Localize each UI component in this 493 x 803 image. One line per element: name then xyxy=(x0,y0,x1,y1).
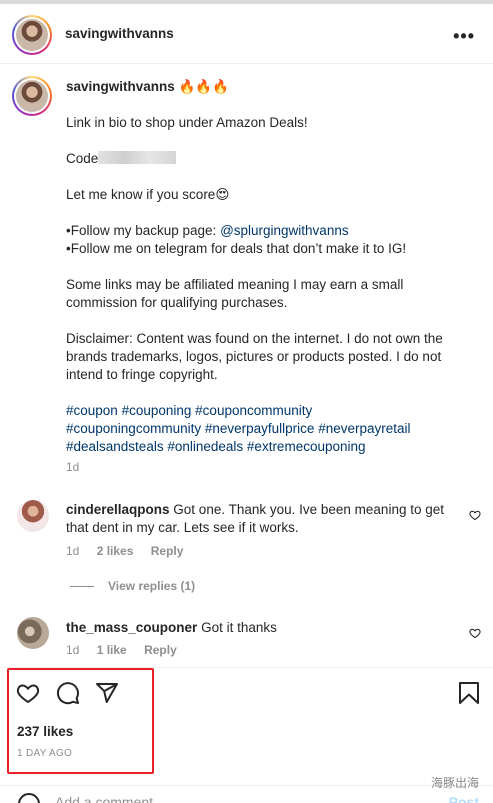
caption-score-line: Let me know if you score😍 xyxy=(66,186,466,204)
backup-page-mention[interactable]: @splurgingwithvanns xyxy=(220,223,349,238)
comment-input[interactable]: Add a comment... xyxy=(55,794,165,803)
comment-username[interactable]: the_mass_couponer xyxy=(66,620,197,635)
annotation-highlight-box xyxy=(7,668,154,774)
comment-meta: 1d 2 likes Reply xyxy=(66,544,197,558)
score-text: Let me know if you score xyxy=(66,187,216,202)
caption-author-username[interactable]: savingwithvanns xyxy=(66,79,175,94)
hashtag[interactable]: #extremecouponing xyxy=(247,439,366,454)
comment-age: 1d xyxy=(66,643,80,657)
reply-button[interactable]: Reply xyxy=(144,643,177,657)
hashtag[interactable]: #neverpayretail xyxy=(318,421,410,436)
add-comment-bar: Add a comment... Post xyxy=(0,785,493,803)
comment-likes[interactable]: 1 like xyxy=(97,643,127,657)
comment-likes[interactable]: 2 likes xyxy=(97,544,134,558)
comment-text: cinderellaqpons Got one. Thank you. Ive … xyxy=(66,501,456,537)
more-options-icon[interactable]: ••• xyxy=(453,26,475,47)
reply-button[interactable]: Reply xyxy=(151,544,184,558)
comment-meta: 1d 1 like Reply xyxy=(66,643,191,657)
post-comment-button[interactable]: Post xyxy=(449,794,479,803)
comment-age: 1d xyxy=(66,544,80,558)
hashtag[interactable]: #onlinedeals xyxy=(167,439,243,454)
hashtag[interactable]: #couponcommunity xyxy=(195,403,312,418)
replies-divider xyxy=(70,586,94,588)
view-replies-button[interactable]: View replies (1) xyxy=(70,579,195,593)
follow-telegram-text: •Follow me on telegram for deals that do… xyxy=(66,241,407,256)
comment-like-icon[interactable] xyxy=(469,509,481,524)
hashtag[interactable]: #couponingcommunity xyxy=(66,421,201,436)
caption-line-1: Link in bio to shop under Amazon Deals! xyxy=(66,115,308,130)
hashtag[interactable]: #dealsandsteals xyxy=(66,439,164,454)
hashtag[interactable]: #neverpayfullprice xyxy=(205,421,315,436)
caption-follow-lines: •Follow my backup page: @splurgingwithva… xyxy=(66,222,466,258)
emoji-icon[interactable] xyxy=(17,792,41,803)
bookmark-icon[interactable] xyxy=(458,681,480,708)
author-avatar[interactable] xyxy=(12,15,52,55)
fire-emoji: 🔥🔥🔥 xyxy=(178,79,229,94)
watermark: 海豚出海 xyxy=(430,776,479,790)
view-replies-label: View replies (1) xyxy=(108,579,196,593)
code-label: Code xyxy=(66,151,99,166)
caption-disclaimer: Disclaimer: Content was found on the int… xyxy=(66,331,443,382)
post-header: savingwithvanns ••• xyxy=(0,6,493,64)
author-username[interactable]: savingwithvanns xyxy=(65,26,174,41)
caption-affiliate: Some links may be affiliated meaning I m… xyxy=(66,277,404,310)
caption-author-avatar[interactable] xyxy=(12,76,52,116)
comment-body: Got it thanks xyxy=(201,620,277,635)
caption-age: 1d xyxy=(66,460,80,474)
comment-text: the_mass_couponer Got it thanks xyxy=(66,619,456,637)
caption: savingwithvanns 🔥🔥🔥 Link in bio to shop … xyxy=(66,78,466,476)
hashtag[interactable]: #couponing xyxy=(122,403,192,418)
top-divider xyxy=(0,0,493,4)
blurred-code xyxy=(98,151,177,164)
commenter-avatar[interactable] xyxy=(17,500,49,532)
follow-backup-text: •Follow my backup page: xyxy=(66,223,221,238)
caption-code-line: Code xyxy=(66,150,466,168)
hashtag[interactable]: #coupon xyxy=(66,403,118,418)
comment-like-icon[interactable] xyxy=(469,627,481,642)
hashtags: #coupon #couponing #couponcommunity #cou… xyxy=(66,402,466,456)
heart-eyes-emoji: 😍 xyxy=(215,187,230,202)
comment-username[interactable]: cinderellaqpons xyxy=(66,502,170,517)
commenter-avatar[interactable] xyxy=(17,617,49,649)
